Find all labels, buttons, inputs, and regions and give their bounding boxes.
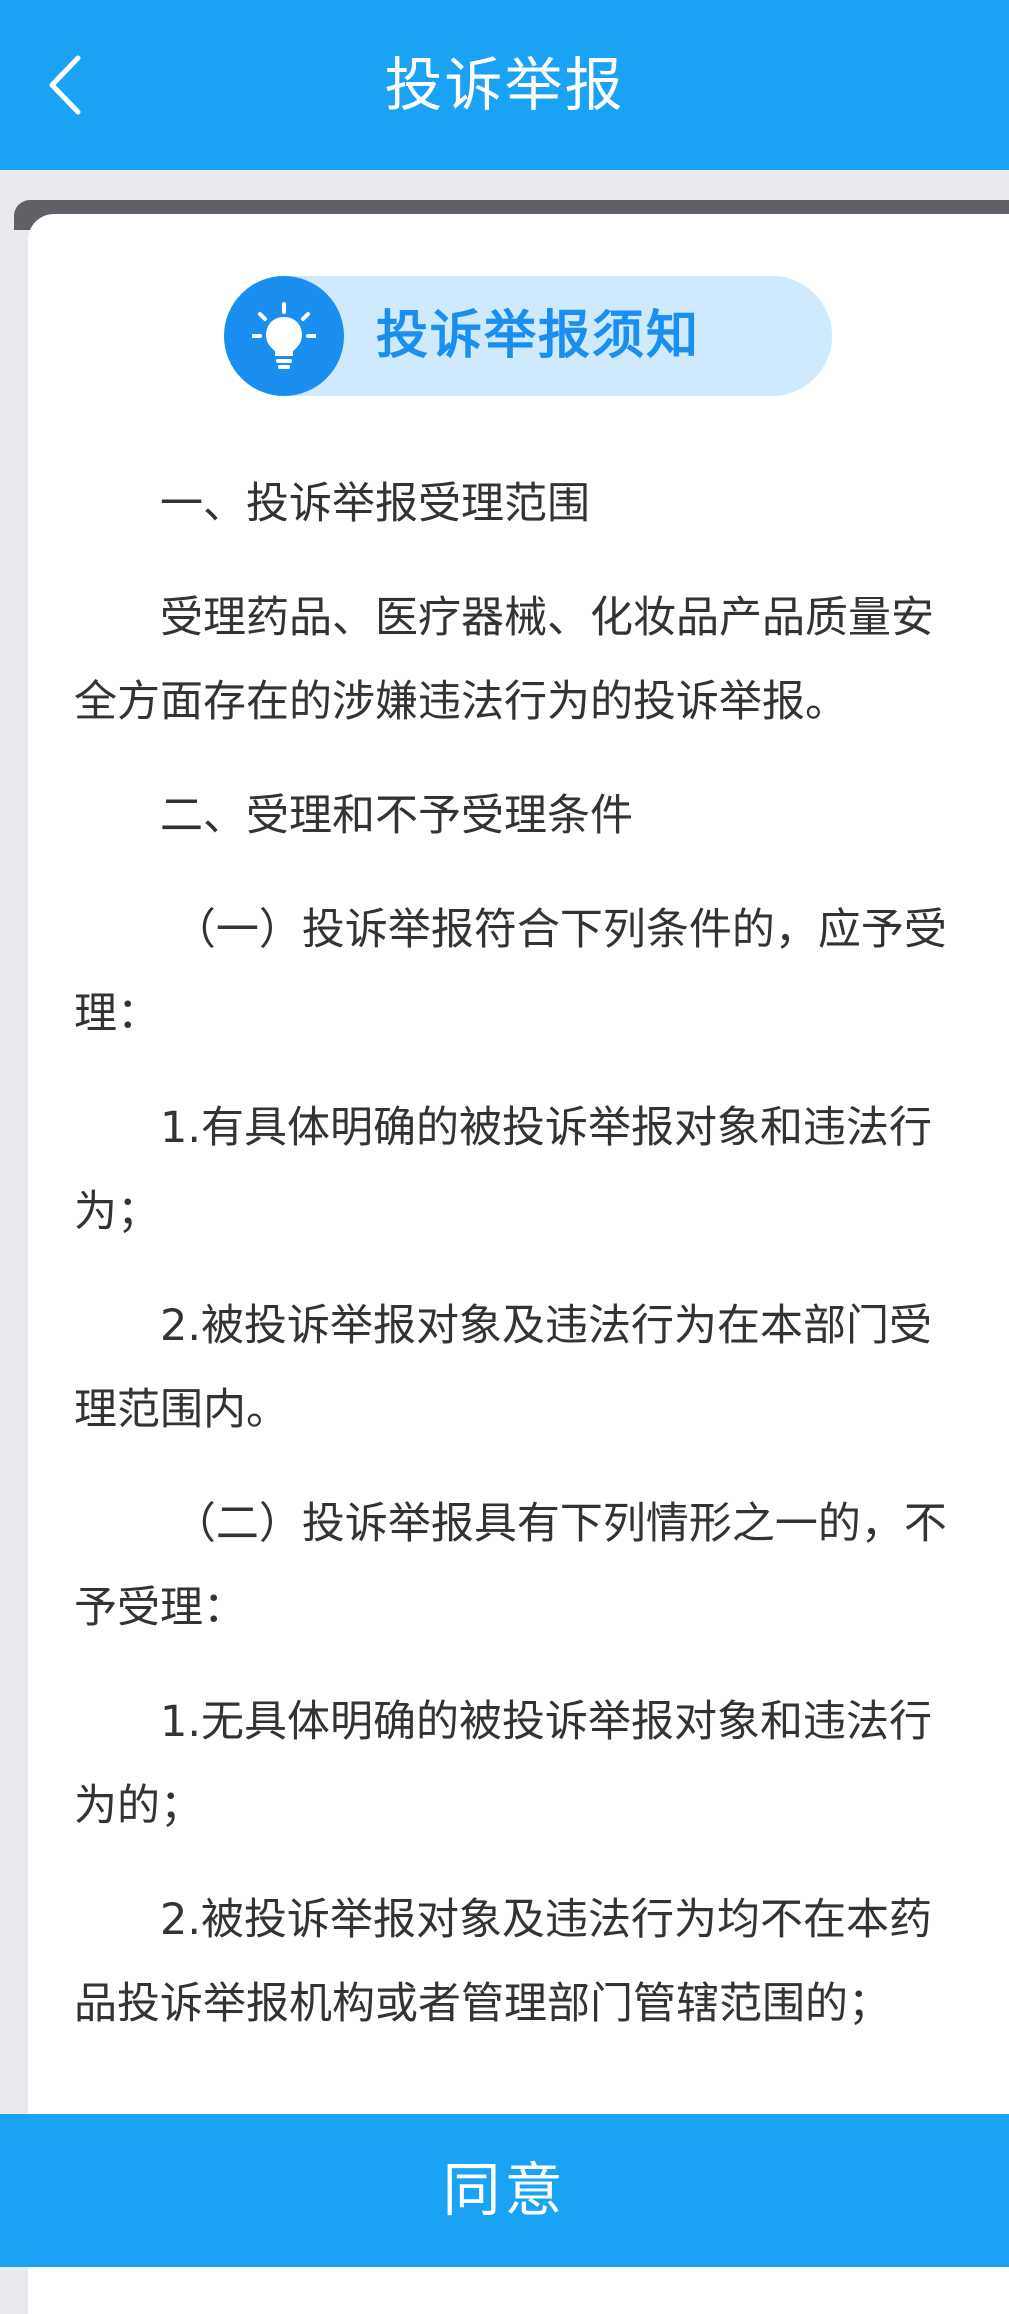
notice-title: 投诉举报须知	[376, 306, 701, 366]
notice-paragraph: 受理药品、医疗器械、化妆品产品质量安全方面存在的涉嫌违法行为的投诉举报。	[74, 593, 934, 727]
agree-button[interactable]: 同意	[0, 2114, 1009, 2267]
app-header: 投诉举报	[0, 0, 1009, 170]
page-title: 投诉举报	[384, 51, 625, 119]
lightbulb-icon	[252, 302, 316, 369]
notice-paragraph: 一、投诉举报受理范围	[160, 479, 590, 529]
notice-content: 一、投诉举报受理范围 受理药品、医疗器械、化妆品产品质量安全方面存在的涉嫌违法行…	[74, 462, 974, 2076]
notice-paragraph: （二）投诉举报具有下列情形之一的，不予受理：	[74, 1499, 947, 1633]
notice-paragraph: 2.被投诉举报对象及违法行为在本部门受理范围内。	[74, 1301, 933, 1435]
notice-card: 投诉举报须知 一、投诉举报受理范围 受理药品、医疗器械、化妆品产品质量安全方面存…	[28, 214, 1009, 2314]
notice-paragraph: （一）投诉举报符合下列条件的，应予受理：	[74, 905, 947, 1039]
notice-paragraph: 1.有具体明确的被投诉举报对象和违法行为；	[74, 1103, 933, 1237]
notice-title-pill: 投诉举报须知	[224, 276, 832, 396]
notice-paragraph: 2.被投诉举报对象及违法行为均不在本药品投诉举报机构或者管理部门管辖范围的；	[74, 1895, 933, 2029]
notice-paragraph: 1.无具体明确的被投诉举报对象和违法行为的；	[74, 1697, 933, 1831]
bulb-circle	[224, 276, 344, 396]
notice-paragraph: 二、受理和不予受理条件	[160, 791, 633, 841]
